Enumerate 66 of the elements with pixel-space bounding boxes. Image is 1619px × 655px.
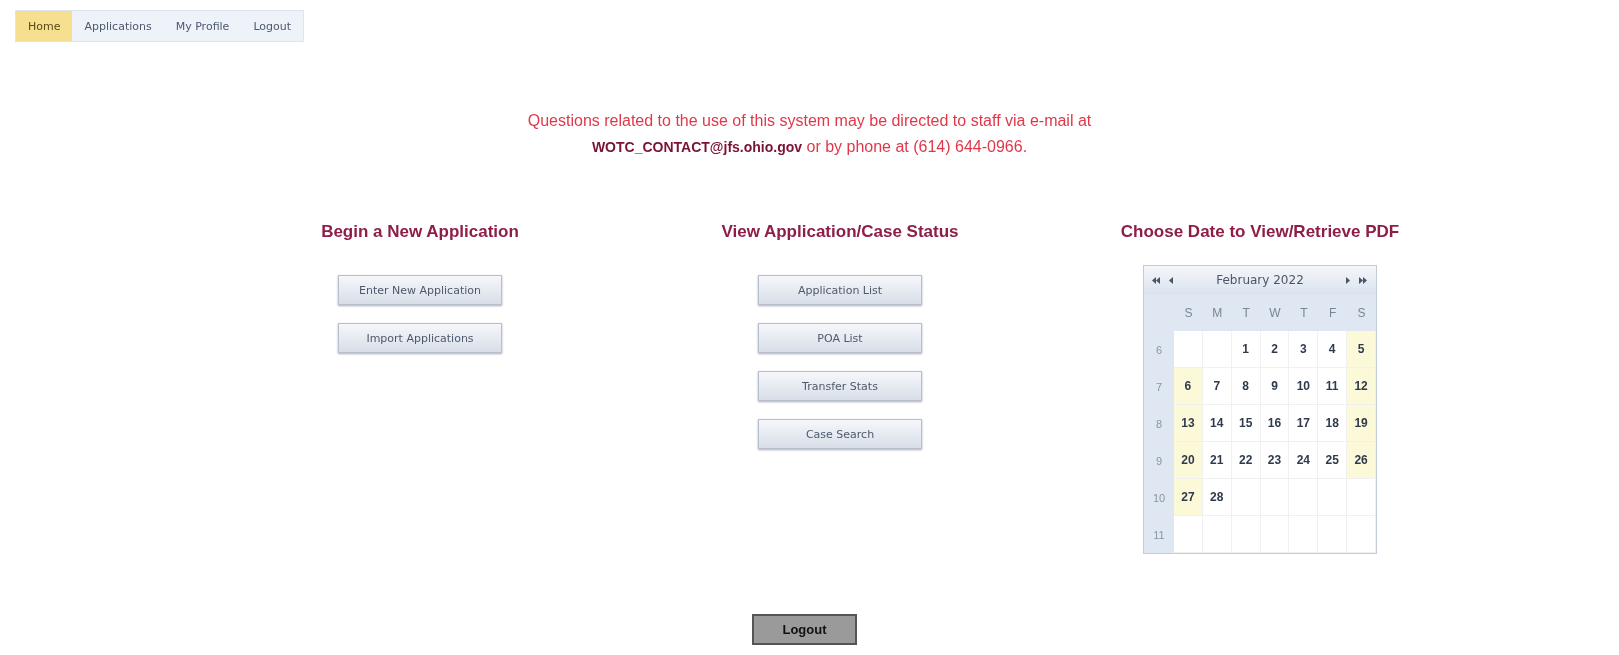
calendar-day[interactable]: 27: [1174, 479, 1203, 516]
calendar-day[interactable]: 24: [1289, 442, 1319, 479]
weekday-label: S: [1174, 294, 1203, 331]
empty-day-cell: [1347, 516, 1376, 553]
calendar-day[interactable]: 7: [1202, 368, 1232, 405]
calendar-day[interactable]: 26: [1347, 442, 1376, 479]
email-link[interactable]: WOTC_CONTACT@jfs.ohio.gov: [591, 139, 803, 155]
empty-day-cell: [1231, 516, 1261, 553]
week-number: 8: [1144, 405, 1174, 442]
double-right-arrow-icon[interactable]: [1359, 276, 1368, 284]
contact-notice: Questions related to the use of this system may be directed to staff via e-mail at: [526, 112, 1093, 130]
action-button[interactable]: Case Search: [758, 419, 922, 449]
action-button[interactable]: Enter New Application: [338, 275, 502, 305]
nav-tab[interactable]: My Profile: [163, 11, 242, 41]
empty-day-cell: [1318, 479, 1348, 516]
calendar-day[interactable]: 22: [1231, 442, 1261, 479]
section-heading: View Application/Case Status: [721, 222, 959, 242]
calendar-day[interactable]: 13: [1174, 405, 1203, 442]
logout-button[interactable]: Logout: [752, 614, 857, 645]
calendar-day[interactable]: 2: [1260, 331, 1290, 368]
weekday-label: F: [1318, 294, 1348, 331]
calendar-day[interactable]: 19: [1347, 405, 1376, 442]
empty-day-cell: [1260, 516, 1290, 553]
calendar-day[interactable]: 15: [1231, 405, 1261, 442]
week-number: 11: [1144, 516, 1174, 553]
week-number: 7: [1144, 368, 1174, 405]
empty-day-cell: [1202, 516, 1232, 553]
calendar-day[interactable]: 3: [1289, 331, 1319, 368]
calendar-day[interactable]: 12: [1347, 368, 1376, 405]
weekday-label: W: [1260, 294, 1290, 331]
action-button[interactable]: POA List: [758, 323, 922, 353]
empty-day-cell: [1318, 516, 1348, 553]
weekday-label: T: [1289, 294, 1319, 331]
calendar-day[interactable]: 1: [1231, 331, 1261, 368]
calendar-day[interactable]: 14: [1202, 405, 1232, 442]
nav-tab[interactable]: Logout: [241, 11, 304, 41]
calendar-day[interactable]: 20: [1174, 442, 1203, 479]
calendar-day[interactable]: 23: [1260, 442, 1290, 479]
weekday-label: T: [1231, 294, 1261, 331]
week-number: 9: [1144, 442, 1174, 479]
calendar-day[interactable]: 10: [1289, 368, 1319, 405]
nav-tab[interactable]: Applications: [72, 11, 164, 41]
calendar-day[interactable]: 5: [1347, 331, 1376, 368]
right-arrow-icon[interactable]: [1346, 276, 1351, 284]
section-heading: Begin a New Application: [321, 222, 519, 242]
empty-day-cell: [1289, 516, 1319, 553]
calendar-day[interactable]: 8: [1231, 368, 1261, 405]
weekday-label: S: [1347, 294, 1376, 331]
nav-tab[interactable]: Home: [16, 11, 73, 41]
action-button[interactable]: Import Applications: [338, 323, 502, 353]
month-title: February 2022: [1216, 273, 1304, 287]
calendar-day[interactable]: 9: [1260, 368, 1290, 405]
weekday-label: M: [1202, 294, 1232, 331]
calendar-day[interactable]: 16: [1260, 405, 1290, 442]
calendar-day[interactable]: 28: [1202, 479, 1232, 516]
double-left-arrow-icon[interactable]: [1152, 276, 1161, 284]
calendar-day[interactable]: 21: [1202, 442, 1232, 479]
action-button[interactable]: Application List: [758, 275, 922, 305]
action-button[interactable]: Transfer Stats: [758, 371, 922, 401]
left-arrow-icon[interactable]: [1169, 276, 1174, 284]
section-heading: Choose Date to View/Retrieve PDF: [1120, 222, 1400, 242]
contact-notice: WOTC_CONTACT@jfs.ohio.gov or by phone at (614) 644-0966.: [590, 138, 1029, 156]
week-number: 6: [1144, 331, 1174, 368]
calendar-day[interactable]: 6: [1174, 368, 1203, 405]
calendar-day[interactable]: 17: [1289, 405, 1319, 442]
week-number: 10: [1144, 479, 1174, 516]
